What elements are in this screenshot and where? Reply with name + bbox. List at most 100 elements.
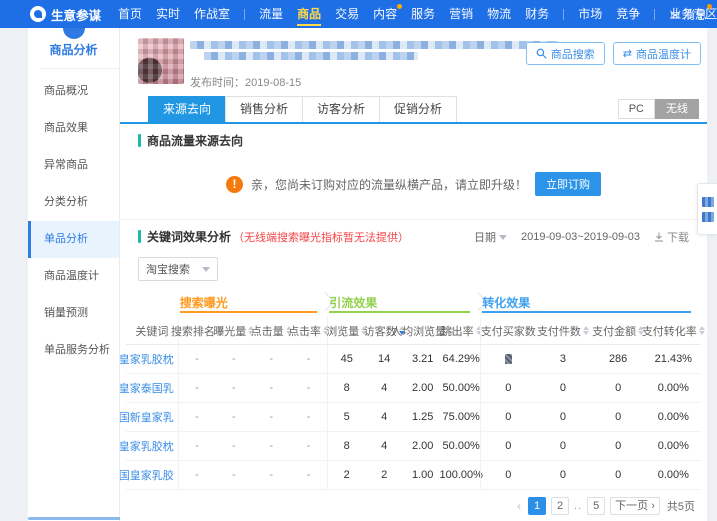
device-toggle: PC 无线 <box>617 99 699 119</box>
date-dropdown[interactable]: 日期 <box>474 229 508 245</box>
column-header-支付转化率[interactable]: 支付转化率 <box>642 317 705 345</box>
tab-促销分析[interactable]: 促销分析 <box>379 96 458 122</box>
table-cell: - <box>253 374 290 402</box>
column-header-label: 支付金额 <box>592 325 637 338</box>
table-header-row: 关键词 搜索排名 曝光量 点击量 点击率 浏览量 访客数 人均浏览量 跳出率 支付买家数 支付件数支… <box>126 317 705 345</box>
topbar-item-营销[interactable]: 营销 <box>444 0 478 28</box>
topbar-item-财务[interactable]: 财务 <box>520 0 554 28</box>
column-header-浏览量[interactable]: 浏览量 <box>326 317 368 345</box>
page-button-5[interactable]: 5 <box>587 497 606 515</box>
topbar-item-服务[interactable]: 服务 <box>406 0 440 28</box>
table-row: 新皇家泰国乳----842.0050.00%0000.00% <box>120 374 701 403</box>
column-header-label: 跳出率 <box>440 325 474 338</box>
tab-访客分析[interactable]: 访客分析 <box>302 96 381 122</box>
table-cell: 0 <box>559 382 566 394</box>
empty-value: - <box>195 440 199 452</box>
floating-side-widget[interactable] <box>697 183 717 235</box>
next-page-button[interactable]: 下一页 › <box>610 497 660 515</box>
date-range[interactable]: 2019-09-03~2019-09-03 <box>521 231 640 243</box>
tab-来源去向[interactable]: 来源去向 <box>148 96 227 122</box>
column-header-搜索排名[interactable]: 搜索排名 <box>171 317 223 345</box>
page-button-1[interactable]: 1 <box>528 497 547 515</box>
nav-divider <box>244 8 246 20</box>
product-thermometer-button[interactable]: ⇄ 商品温度计 <box>612 42 701 65</box>
sidebar-item-单品服务分析[interactable]: 单品服务分析 <box>28 332 119 369</box>
keyword-link[interactable]: 新皇家乳胶枕 <box>120 345 178 373</box>
app-root: 生意参谋 首页实时作战室流量商品交易内容服务营销物流财务市场竞争业务专区取数学院… <box>0 0 717 521</box>
column-header-点击率[interactable]: 点击率 <box>288 317 330 345</box>
keyword-link[interactable]: 泰国皇家乳胶 <box>120 461 178 489</box>
page-button-2[interactable]: 2 <box>551 497 570 515</box>
keyword-section-title: 关键词效果分析 <box>147 230 232 244</box>
topbar-item-内容[interactable]: 内容 <box>368 0 403 28</box>
sort-desc-icon <box>698 331 705 335</box>
order-now-button[interactable]: 立即订购 <box>535 172 601 196</box>
table-cell: 14 <box>378 353 391 365</box>
table-cell: 2 <box>381 469 388 481</box>
topbar-item-实时[interactable]: 实时 <box>151 0 185 28</box>
table-cell: 286 <box>608 353 628 365</box>
empty-value: - <box>269 411 274 423</box>
topbar-item-作战室[interactable]: 作战室 <box>189 0 235 28</box>
empty-value: - <box>231 469 236 481</box>
column-header-支付件数[interactable]: 支付件数 <box>535 317 591 345</box>
sidebar-item-单品分析[interactable]: 单品分析 <box>28 221 119 258</box>
sidebar-item-分类分析[interactable]: 分类分析 <box>28 184 119 221</box>
group-underline <box>482 311 691 313</box>
channel-filter-dropdown[interactable]: 淘宝搜索 <box>138 257 218 281</box>
toggle-wireless[interactable]: 无线 <box>655 99 699 119</box>
product-search-label: 商品搜索 <box>550 48 595 61</box>
tab-销售分析[interactable]: 销售分析 <box>225 96 304 122</box>
group-cell-转化效果: 转化效果 <box>469 291 701 317</box>
brand-name: 生意参谋 <box>51 8 102 23</box>
flow-section-title: 商品流量来源去向 <box>147 134 244 148</box>
table-cell: 4 <box>381 440 388 452</box>
messages-link[interactable]: ✉ 消息 <box>671 3 713 23</box>
table-cell: 2.00 <box>411 440 434 452</box>
nav-divider <box>654 8 656 20</box>
empty-value: - <box>306 469 311 481</box>
main-content: 发布时间：2019-08-15 商品搜索 ⇄ 商品温度计 来源去向 销售分析 访客分… <box>120 28 707 521</box>
topbar-item-首页[interactable]: 首页 <box>113 0 147 28</box>
sidebar-item-销量预测[interactable]: 销量预测 <box>28 295 119 332</box>
keyword-link[interactable]: 泰国新皇家乳 <box>120 403 178 431</box>
empty-value: - <box>195 353 199 365</box>
topbar-item-物流[interactable]: 物流 <box>482 0 516 28</box>
table-cell: - <box>215 374 252 402</box>
product-thumbnail <box>138 38 184 84</box>
search-icon <box>536 48 547 59</box>
download-link[interactable]: 下载 <box>654 229 689 245</box>
sidebar-item-商品温度计[interactable]: 商品温度计 <box>28 258 119 295</box>
table-cell: 0 <box>480 374 535 402</box>
topbar-item-交易[interactable]: 交易 <box>330 0 364 28</box>
column-header-人均浏览量[interactable]: 人均浏览量 <box>391 317 455 345</box>
table-cell: - <box>290 345 327 373</box>
table-cell: 0 <box>480 403 535 431</box>
sort-asc-icon <box>582 326 589 330</box>
sidebar-item-异常商品[interactable]: 异常商品 <box>28 147 119 184</box>
sidebar-item-商品概况[interactable]: 商品概况 <box>28 73 119 110</box>
keyword-link[interactable]: 新皇家泰国乳 <box>120 374 178 402</box>
topbar-item-商品[interactable]: 商品 <box>292 0 326 28</box>
column-header-点击量[interactable]: 点击量 <box>251 317 292 345</box>
product-thermometer-label: 商品温度计 <box>636 48 691 61</box>
table-cell: 0 <box>559 411 566 423</box>
group-underline <box>179 311 318 313</box>
topbar-item-流量[interactable]: 流量 <box>254 0 288 28</box>
header-buttons: 商品搜索 ⇄ 商品温度计 <box>525 42 701 90</box>
keyword-link[interactable]: 皇家乳胶枕 <box>120 432 178 460</box>
sidebar-item-商品效果[interactable]: 商品效果 <box>28 110 119 147</box>
prev-page-button[interactable]: ‹ <box>515 499 523 513</box>
keyword-section-header: 关键词效果分析 （无线端搜索曝光指标暂无法提供） 日期 2019-09-03~2… <box>138 228 689 245</box>
product-search-button[interactable]: 商品搜索 <box>525 42 605 65</box>
upgrade-notice: ! 亲，您尚未订购对应的流量纵横产品，请立即升级！ 立即订购 <box>120 171 707 197</box>
table-cell: 8 <box>327 374 365 402</box>
column-header-曝光量[interactable]: 曝光量 <box>213 317 255 345</box>
toggle-pc[interactable]: PC <box>617 99 655 119</box>
topbar-item-竞争[interactable]: 竞争 <box>611 0 645 28</box>
table-cell: - <box>177 432 215 460</box>
column-header-跳出率[interactable]: 跳出率 <box>440 317 482 345</box>
topbar-item-市场[interactable]: 市场 <box>573 0 607 28</box>
column-header-支付金额[interactable]: 支付金额 <box>590 317 646 345</box>
table-row: 新皇家乳胶枕 - - - - 45 14 3.21 64.29% 3 286 21.43% <box>120 345 701 374</box>
